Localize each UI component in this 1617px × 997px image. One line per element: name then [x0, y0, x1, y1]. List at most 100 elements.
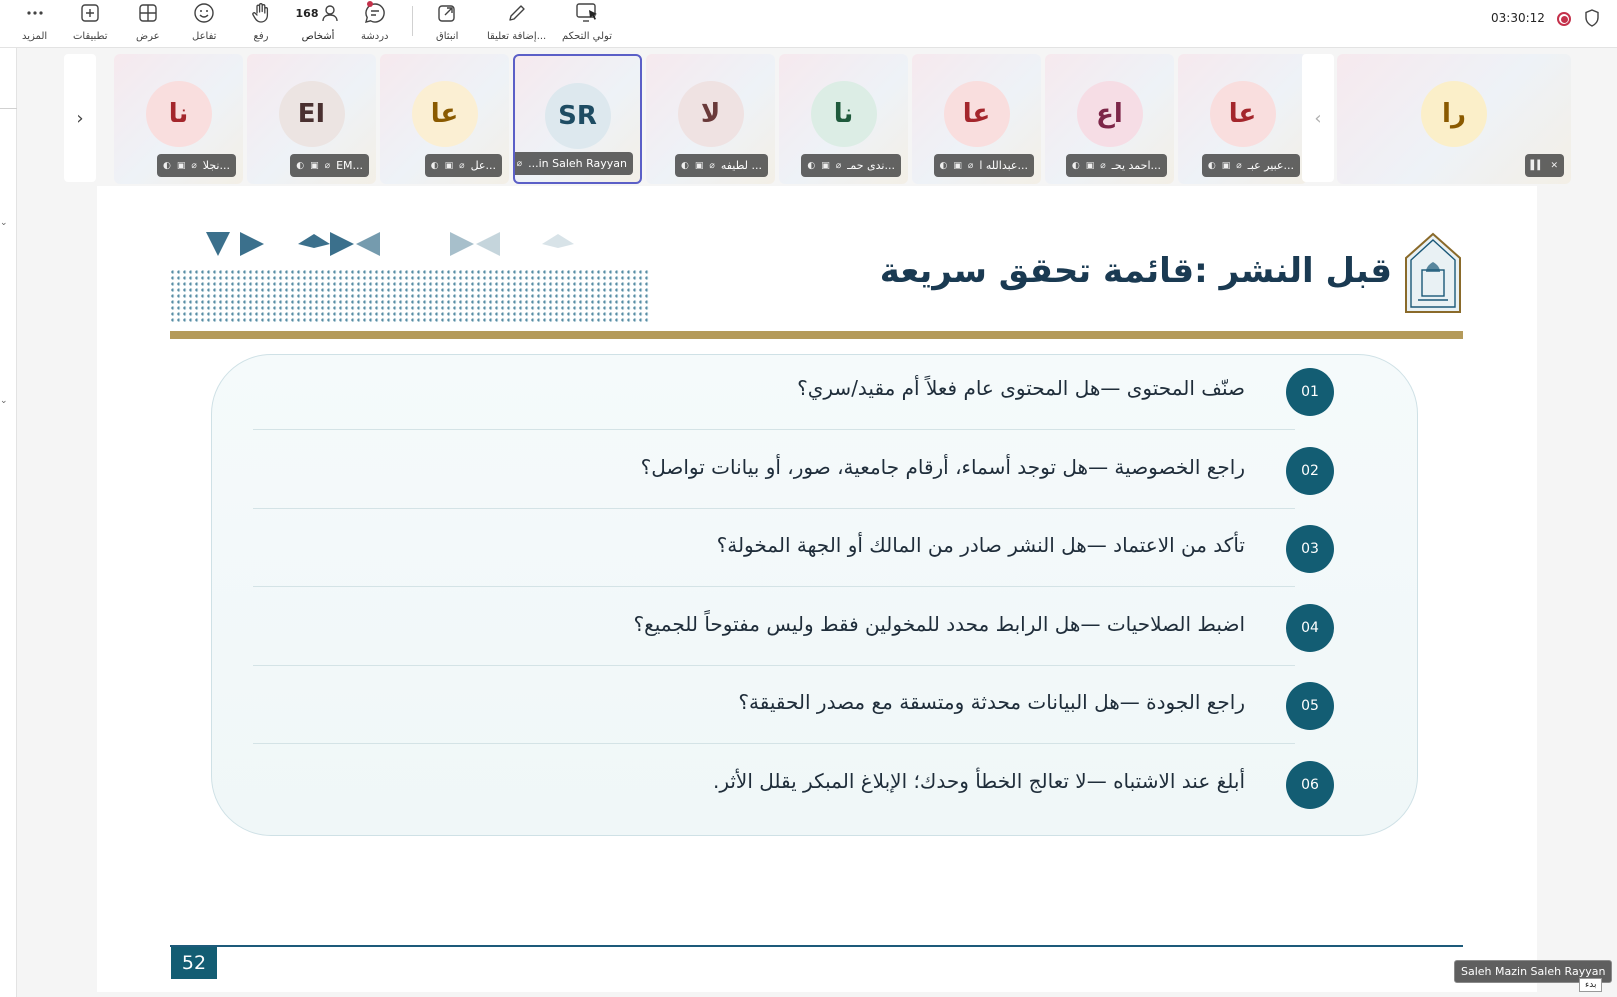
name-tag: ◐ ▣ ⌀ احمد يحـ... [1065, 154, 1167, 177]
avatar: عا [943, 81, 1010, 147]
status-icon: ⌀ [191, 160, 197, 171]
mic-icon: ◐ [296, 160, 305, 171]
name-tag: ◐ ▣ ⌀ عبدالله ا... [933, 154, 1034, 177]
avatar: EI [278, 81, 345, 147]
participant-name: عل... [470, 159, 496, 172]
mic-icon: ◐ [1207, 160, 1216, 171]
chevron-down-icon[interactable]: ⌄ [0, 218, 8, 228]
item-text: تأكد من الاعتماد —هل النشر صادر من المال… [716, 533, 1245, 557]
participant-name: احمد يحـ... [1111, 159, 1161, 172]
participant-tile[interactable]: را ▌▍ ✕ [1337, 54, 1571, 184]
take-control-label: تولي التحكم [562, 31, 612, 42]
participant-tile[interactable]: عا ◐ ▣ ⌀ عبير عبـ... [1178, 54, 1307, 184]
people-label: أشخاص [301, 31, 335, 42]
view-label: عرض [136, 31, 160, 42]
audio-level-icon: ▌▍ [1530, 160, 1545, 171]
chevron-down-icon[interactable]: ⌄ [0, 396, 8, 406]
avatar: نا [145, 81, 212, 147]
status-icon: ⌀ [1236, 160, 1242, 171]
chat-button[interactable]: دردشة [361, 1, 388, 42]
participant-tile[interactable]: عا ◐ ▣ ⌀ عبدالله ا... [912, 54, 1041, 184]
participant-tile[interactable]: لا ◐ ▣ ⌀ لطيفه ... [646, 54, 775, 184]
participant-tile[interactable]: نا ◐ ▣ ⌀ ندى حمـ... [779, 54, 908, 184]
chat-unread-dot [366, 1, 373, 7]
item-text: صنّف المحتوى —هل المحتوى عام فعلاً أم مق… [797, 376, 1245, 400]
popout-button[interactable]: انبثاق [436, 2, 458, 42]
mic-icon: ◐ [430, 160, 439, 171]
name-tag: ◐▣⌀...in Saleh Rayyan [515, 152, 633, 175]
meeting-toolbar: المزيد تطبيقات عرض تفاعل رفع 168 أشخاص د… [0, 0, 1617, 54]
grid-view-icon [138, 2, 158, 24]
avatar: لا [677, 81, 744, 147]
add-apps-icon [80, 2, 100, 24]
more-label: المزيد [22, 31, 48, 42]
react-button[interactable]: تفاعل [192, 2, 216, 42]
status-icon: ⌀ [1100, 160, 1106, 171]
annotate-button[interactable]: إضافة تعليقا... [487, 2, 546, 42]
chevron-right-icon: › [76, 107, 84, 129]
more-button[interactable]: المزيد [22, 2, 47, 42]
raise-hand-button[interactable]: رفع [251, 2, 271, 42]
participant-name: لطيفه ... [720, 159, 762, 172]
participant-tile[interactable]: عا ◐ ▣ ⌀ عل... [380, 54, 509, 184]
status-icon: ⌀ [835, 160, 842, 171]
camera-icon: ▣ [1221, 160, 1231, 171]
view-button[interactable]: عرض [136, 2, 160, 42]
item-number-badge: 02 [1286, 446, 1334, 495]
toolbar-divider [412, 6, 413, 36]
item-number-badge: 04 [1286, 603, 1334, 652]
strip-prev-button[interactable]: ‹ [1302, 54, 1334, 182]
item-divider [253, 743, 1295, 744]
name-tag: ◐ ▣ ⌀ لطيفه ... [675, 154, 768, 177]
hand-icon [251, 2, 271, 24]
meeting-timer: 03:30:12 [1491, 11, 1545, 25]
mic-icon: ◐ [681, 160, 689, 171]
university-logo [1405, 232, 1461, 313]
decorative-pattern [170, 232, 650, 323]
participant-tile[interactable]: SR ◐▣⌀...in Saleh Rayyan [513, 54, 642, 184]
mic-icon: ◐ [1071, 160, 1080, 171]
more-icon [25, 2, 45, 24]
participant-tile[interactable]: اع ◐ ▣ ⌀ احمد يحـ... [1045, 54, 1174, 184]
avatar: SR [544, 83, 611, 149]
status-icon: ⌀ [516, 158, 523, 169]
camera-icon: ▣ [953, 160, 962, 171]
avatar: عا [1209, 81, 1276, 147]
name-tag: ◐ ▣ ⌀ نجلا... [156, 154, 236, 177]
strip-next-button[interactable]: › [64, 54, 96, 182]
people-icon-group: 168 [296, 2, 341, 24]
camera-icon: ▣ [176, 160, 186, 171]
apps-button[interactable]: تطبيقات [73, 2, 108, 42]
camera-icon: ▣ [444, 160, 454, 171]
status-icon: ⌀ [324, 160, 331, 171]
item-number-badge: 06 [1286, 760, 1334, 809]
participant-name: عبير عبـ... [1247, 159, 1294, 172]
participant-name: نجلا... [202, 159, 230, 172]
checklist-item: 01 صنّف المحتوى —هل المحتوى عام فعلاً أم … [253, 354, 1334, 430]
status-icon: ⌀ [709, 160, 715, 171]
item-text: راجع الخصوصية —هل توجد أسماء، أرقام جامع… [640, 454, 1245, 479]
participant-tile[interactable]: EI ◐ ▣ ⌀ EM... [247, 54, 376, 184]
avatar: عا [411, 81, 478, 147]
left-rail: ⌄ ⌄ [0, 48, 17, 997]
item-number-badge: 01 [1286, 368, 1334, 416]
mic-icon: ◐ [807, 160, 816, 171]
participant-name: ندى حمـ... [847, 159, 895, 172]
apps-label: تطبيقات [73, 31, 108, 42]
name-tag: ◐ ▣ ⌀ EM... [290, 154, 369, 177]
camera-icon: ▣ [310, 160, 319, 171]
item-divider [253, 664, 1295, 666]
shield-icon [1584, 9, 1600, 31]
participant-tile[interactable]: نا ◐ ▣ ⌀ نجلا... [114, 54, 243, 184]
recording-icon [1557, 12, 1571, 26]
mic-icon: ◐ [939, 160, 948, 171]
take-control-button[interactable]: تولي التحكم [562, 2, 612, 42]
participant-name: عبدالله ا... [979, 159, 1028, 172]
people-button[interactable]: 168 أشخاص [296, 2, 341, 54]
camera-icon: ▣ [821, 160, 830, 171]
item-text: اضبط الصلاحيات —هل الرابط محدد للمخولين … [633, 611, 1246, 636]
chat-icon [364, 1, 386, 24]
title-underline [170, 331, 1463, 339]
popout-label: انبثاق [436, 31, 459, 42]
name-tag: ◐ ▣ ⌀ عل... [424, 154, 502, 177]
